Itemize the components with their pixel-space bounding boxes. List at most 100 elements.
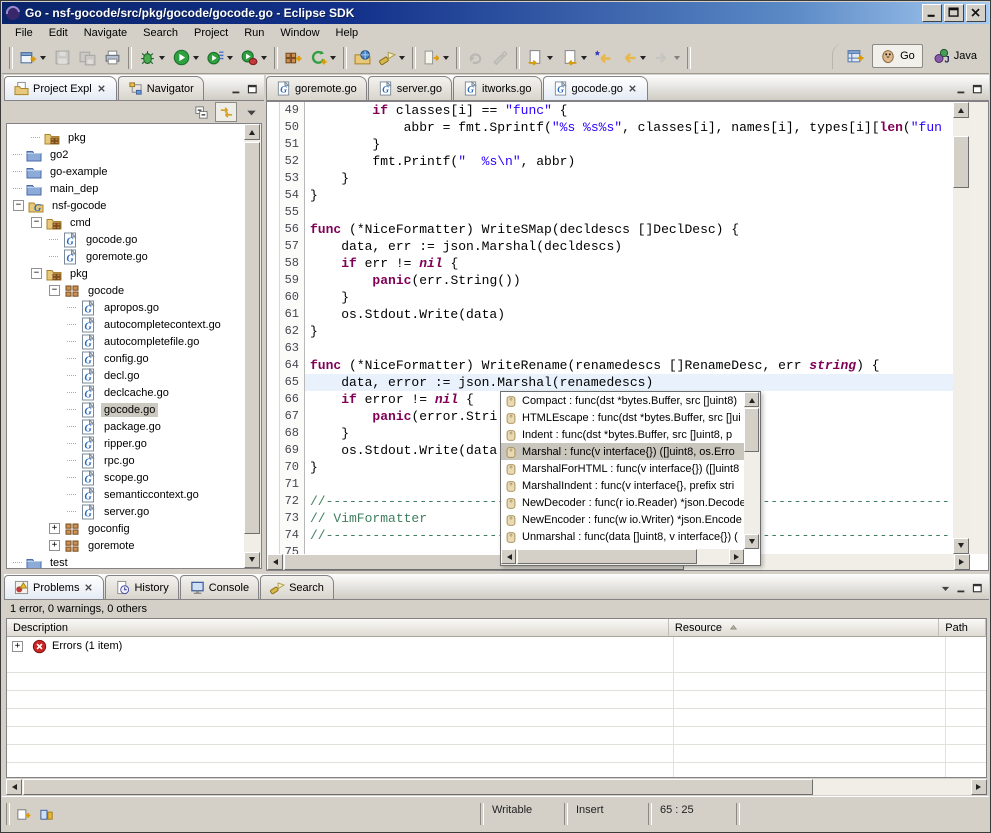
link-editor-button[interactable] [215,102,237,122]
editor-tab-gocode-go[interactable]: Ggocode.go [543,76,648,100]
switch-editor-button[interactable] [39,807,54,822]
tree-item-server-go[interactable]: Gserver.go [7,503,244,520]
column-header-description[interactable]: Description [7,619,669,637]
annotation-button[interactable] [420,45,452,71]
debug-button[interactable] [136,45,168,71]
scroll-up-button[interactable] [744,392,759,407]
scroll-right-button[interactable] [971,779,987,795]
close-button[interactable] [966,4,986,22]
scroll-right-button[interactable] [954,554,970,570]
pane-max-button[interactable] [971,83,984,96]
completion-item[interactable]: Indent : func(dst *bytes.Buffer, src []u… [501,426,744,443]
completion-item[interactable]: HTMLEscape : func(dst *bytes.Buffer, src… [501,409,744,426]
dropdown-arrow-icon[interactable] [330,56,336,63]
maximize-button[interactable] [944,4,964,22]
dropdown-arrow-icon[interactable] [227,56,233,63]
tree-item-autocompletefile-go[interactable]: Gautocompletefile.go [7,333,244,350]
tree-item-main-dep[interactable]: main_dep [7,180,244,197]
tree-item-go2[interactable]: go2 [7,146,244,163]
tree-item-rpc-go[interactable]: Grpc.go [7,452,244,469]
scroll-down-button[interactable] [953,538,969,554]
tree-item-gocode[interactable]: −gocode [7,282,244,299]
pane-min-button[interactable] [230,83,243,96]
view-menu-button[interactable] [939,582,952,595]
tree-item-config-go[interactable]: Gconfig.go [7,350,244,367]
completion-item[interactable]: Compact : func(dst *bytes.Buffer, src []… [501,392,744,409]
menu-item-help[interactable]: Help [329,25,366,41]
tree-item-gocode-go[interactable]: Ggocode.go [7,231,244,248]
fastview-button[interactable] [16,807,31,822]
completion-item[interactable]: MarshalForHTML : func(v interface{}) ([]… [501,460,744,477]
problems-tab-search[interactable]: Search [260,575,334,599]
problems-row[interactable]: +Errors (1 item) [7,637,986,655]
completion-item[interactable]: MarshalIndent : func(v interface{}, pref… [501,477,744,494]
scrollbar-thumb[interactable] [953,136,969,188]
dropdown-arrow-icon[interactable] [261,56,267,63]
collapse-all-button[interactable] [190,102,212,122]
dropdown-arrow-icon[interactable] [443,56,449,63]
tree-item-autocompletecontext-go[interactable]: Gautocompletecontext.go [7,316,244,333]
menu-item-navigate[interactable]: Navigate [77,25,134,41]
dropdown-arrow-icon[interactable] [581,56,587,63]
tree-expander[interactable]: − [31,217,42,228]
view-menu-button[interactable] [240,102,262,122]
dropdown-arrow-icon[interactable] [159,56,165,63]
editor-tab-goremote-go[interactable]: Ggoremote.go [266,76,367,100]
tree-item-pkg[interactable]: −pkg [7,265,244,282]
tree-item-semanticcontext-go[interactable]: Gsemanticcontext.go [7,486,244,503]
print-button[interactable] [101,45,124,71]
search-button[interactable] [376,45,408,71]
scroll-left-button[interactable] [267,554,283,570]
tab-close-icon[interactable] [96,83,107,94]
menu-item-file[interactable]: File [8,25,40,41]
problems-tab-history[interactable]: History [105,575,178,599]
dropdown-arrow-icon[interactable] [399,56,405,63]
pane-min-button[interactable] [955,83,968,96]
column-header-resource[interactable]: Resource [669,619,939,637]
scroll-left-button[interactable] [6,779,22,795]
editor-tab-itworks-go[interactable]: Gitworks.go [453,76,542,100]
perspective-go[interactable]: Go [872,44,923,68]
tree-item-cmd[interactable]: −cmd [7,214,244,231]
editor-tab-server-go[interactable]: Gserver.go [368,76,452,100]
tree-expander[interactable]: + [49,523,60,534]
minimize-button[interactable] [922,4,942,22]
scroll-up-button[interactable] [953,102,969,118]
tree-vertical-scrollbar[interactable] [244,124,261,568]
completion-item[interactable]: Unmarshal : func(data []uint8, v interfa… [501,528,744,545]
annotation-ruler[interactable] [267,102,280,554]
refresh-button[interactable] [307,45,339,71]
menu-item-run[interactable]: Run [237,25,271,41]
run-history-button[interactable] [204,45,236,71]
tree-item-goremote[interactable]: +goremote [7,537,244,554]
scrollbar-thumb[interactable] [517,549,697,564]
menu-item-edit[interactable]: Edit [42,25,75,41]
completion-item[interactable]: NewEncoder : func(w io.Writer) *json.Enc… [501,511,744,528]
tab-close-icon[interactable] [83,582,94,593]
tree-item-package-go[interactable]: Gpackage.go [7,418,244,435]
dropdown-arrow-icon[interactable] [640,56,646,63]
tree-expander[interactable]: − [31,268,42,279]
pane-min-button[interactable] [955,582,968,595]
explorer-tab-navigator[interactable]: Navigator [118,76,204,100]
tree-expander[interactable]: + [49,540,60,551]
tree-item-ripper-go[interactable]: Gripper.go [7,435,244,452]
pane-max-button[interactable] [971,582,984,595]
perspective-java[interactable]: JJava [927,45,984,67]
title-bar[interactable]: Go - nsf-gocode/src/pkg/gocode/gocode.go… [2,2,989,24]
open-perspective-button[interactable] [844,43,867,69]
next-edit-button[interactable] [524,45,556,71]
tree-expander[interactable]: − [49,285,60,296]
pane-max-button[interactable] [246,83,259,96]
tree-item-nsf-gocode[interactable]: −Gnsf-gocode [7,197,244,214]
problems-tab-console[interactable]: Console [180,575,259,599]
back-button[interactable] [617,45,649,71]
scroll-down-button[interactable] [244,552,260,568]
explorer-tab-project-expl[interactable]: Project Expl [4,76,117,100]
menu-item-window[interactable]: Window [273,25,326,41]
scroll-up-button[interactable] [244,124,260,140]
editor-vertical-scrollbar[interactable] [953,102,970,554]
tree-item-pkg[interactable]: pkg [7,129,244,146]
profile-button[interactable] [238,45,270,71]
problems-tab-problems[interactable]: Problems [4,575,104,599]
